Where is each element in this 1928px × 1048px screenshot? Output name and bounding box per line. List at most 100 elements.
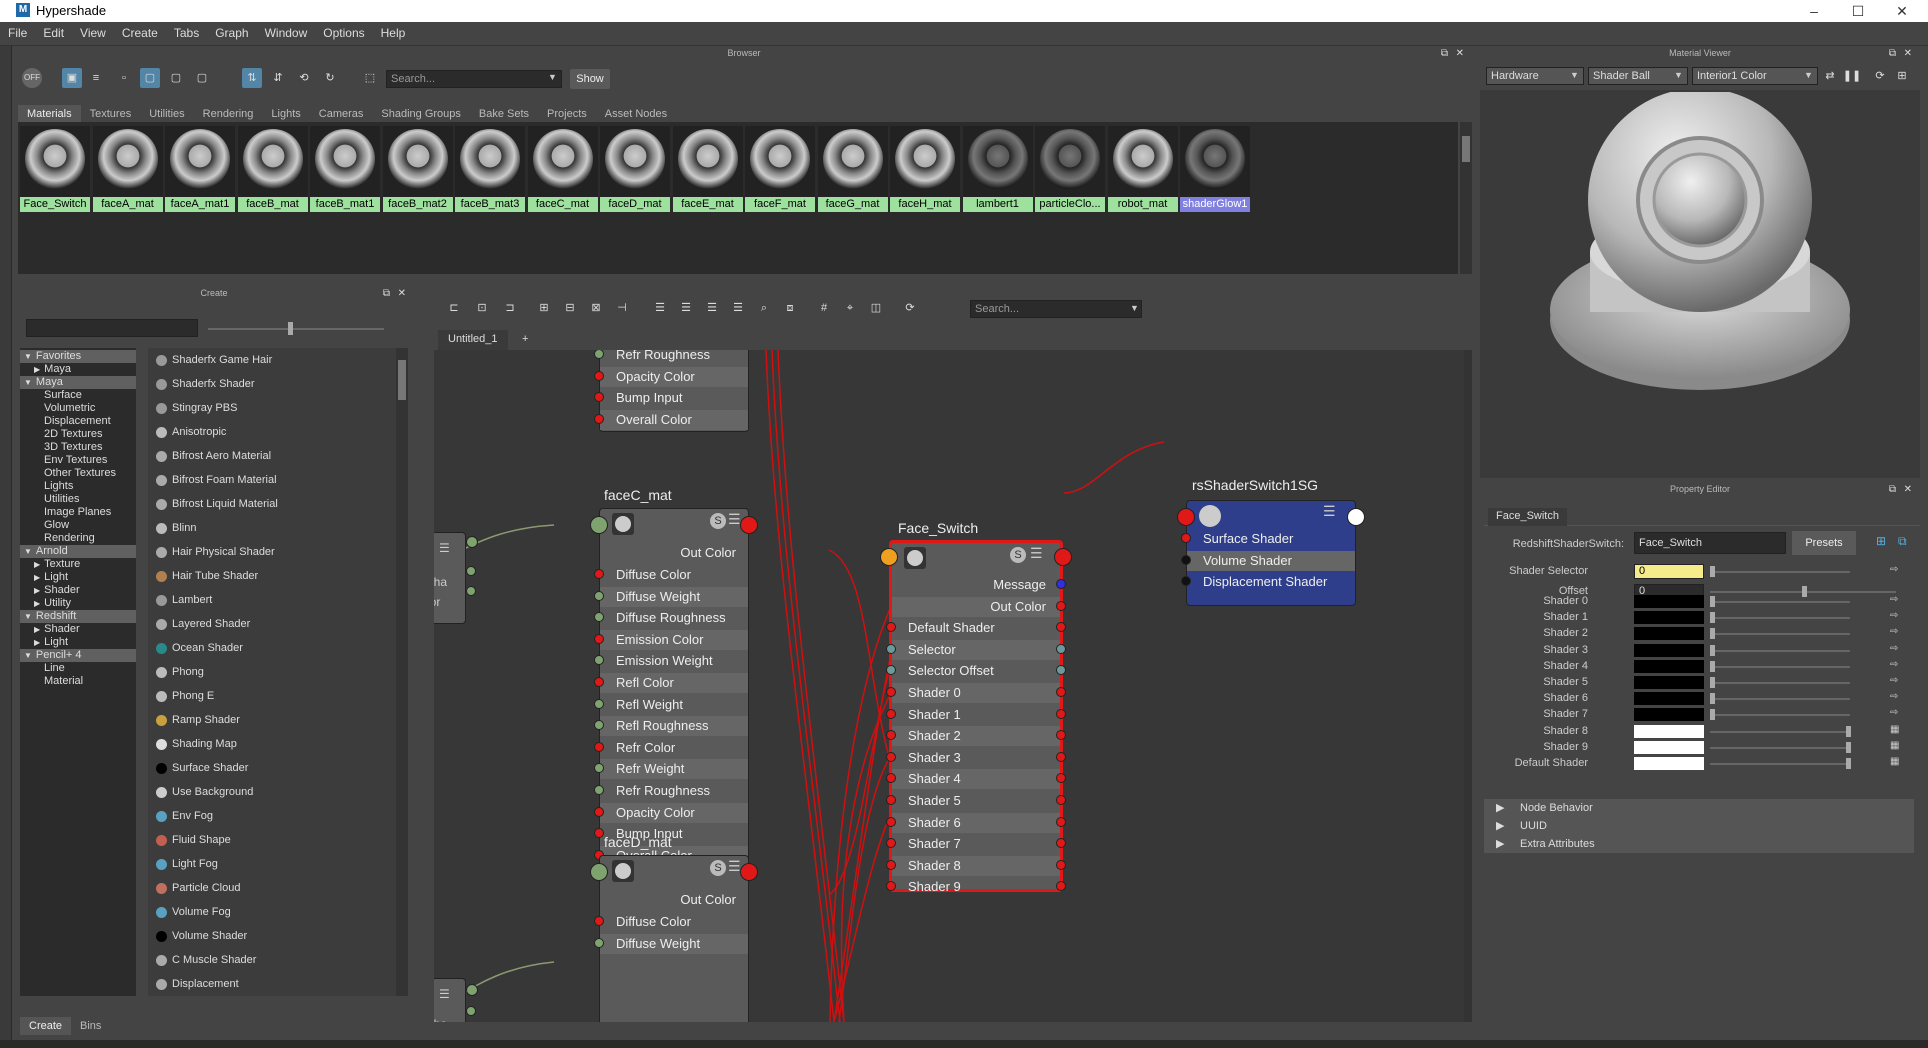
slider-knob[interactable] — [1710, 693, 1715, 705]
expand-icon[interactable]: ▶ — [34, 599, 40, 608]
collapsible-section[interactable]: ▶ UUID — [1484, 817, 1914, 835]
port-out-color[interactable]: Out Color — [600, 543, 748, 563]
create-node-item[interactable]: Anisotropic — [148, 420, 396, 444]
map-button-icon[interactable]: ⇨ — [1890, 707, 1898, 718]
create-node-item[interactable]: Ocean Shader — [148, 636, 396, 660]
node-faceD-mat[interactable]: S ☰ Out Color Diffuse Color Diffuse Weigh… — [594, 855, 749, 1022]
create-node-item[interactable]: Env Fog — [148, 804, 396, 828]
swatch-toggle-icon[interactable]: S — [710, 860, 726, 876]
material-swatch[interactable]: faceE_mat — [672, 126, 743, 212]
input-port[interactable] — [594, 916, 604, 926]
node-attribute-row[interactable]: Shader 2 — [892, 726, 1060, 747]
value-slider[interactable] — [1710, 682, 1850, 684]
node-shading-group[interactable]: ☰ Surface Shader Volume Shader Displacemen… — [1181, 500, 1356, 606]
node-faceC-mat[interactable]: S ☰ Out Color Diffuse Color Diffuse Weigh… — [594, 508, 749, 870]
value-slider[interactable] — [1710, 617, 1850, 620]
property-float-icon[interactable]: ⧉ — [1889, 484, 1896, 495]
create-node-item[interactable]: Bifrost Aero Material — [148, 444, 396, 468]
expand-arrow-icon[interactable]: ▶ — [1496, 817, 1504, 835]
menu-tabs[interactable]: Tabs — [166, 22, 207, 40]
map-button-icon[interactable]: ⇨ — [1890, 659, 1898, 670]
input-port[interactable] — [886, 643, 896, 654]
node-input-handle[interactable] — [1177, 508, 1195, 526]
material-swatch[interactable]: faceA_mat1 — [165, 126, 235, 212]
node-attribute-row[interactable]: Emission Weight — [600, 651, 748, 671]
create-node-item[interactable]: Use Background — [148, 780, 396, 804]
tree-item[interactable]: Image Planes — [20, 506, 136, 519]
tree-item[interactable]: Surface — [20, 389, 136, 402]
tab-lights[interactable]: Lights — [262, 105, 309, 123]
node-attribute-row[interactable]: Diffuse Weight — [600, 586, 748, 607]
map-button-icon[interactable]: ⇨ — [1890, 675, 1898, 686]
create-node-item[interactable]: Displacement — [148, 972, 396, 996]
input-port[interactable] — [594, 633, 604, 644]
create-node-item[interactable]: Bifrost Foam Material — [148, 468, 396, 492]
port[interactable] — [466, 566, 476, 576]
node-attribute-row[interactable]: Shader 0 — [892, 683, 1060, 703]
create-node-item[interactable]: Volume Shader — [148, 924, 396, 948]
menu-create[interactable]: Create — [114, 22, 166, 40]
node-attribute-row[interactable]: Refl Color — [600, 673, 748, 693]
value-slider[interactable] — [1710, 571, 1850, 573]
create-node-item[interactable]: Ramp Shader — [148, 708, 396, 732]
tab-asset-nodes[interactable]: Asset Nodes — [596, 105, 676, 123]
layout-icon[interactable]: ⊟ — [560, 298, 580, 318]
node-attribute-row[interactable]: Refr Color — [600, 738, 748, 758]
map-button-icon[interactable]: ▦ — [1890, 756, 1899, 767]
material-swatch[interactable]: faceB_mat2 — [382, 126, 453, 212]
node-attribute-row[interactable]: Shader 8 — [892, 855, 1060, 876]
map-button-icon[interactable]: ⇨ — [1890, 594, 1898, 605]
add-tab-button[interactable]: + — [522, 333, 528, 345]
view-simple-icon[interactable]: ☰ — [650, 298, 670, 318]
output-port[interactable] — [1056, 579, 1066, 589]
expand-icon[interactable]: ▶ — [34, 560, 40, 569]
viewer-options-icon[interactable]: ⊞ — [1892, 66, 1912, 86]
slider-knob[interactable] — [1802, 586, 1807, 597]
expand-arrow-icon[interactable]: ▶ — [1496, 799, 1504, 817]
map-button-icon[interactable]: ▦ — [1890, 724, 1899, 735]
node-attribute-row[interactable]: Opacity Color — [600, 366, 748, 387]
view-all-icon[interactable]: ☰ — [702, 298, 722, 318]
node-attribute-row[interactable]: Shader 5 — [892, 791, 1060, 811]
node-attribute-row[interactable]: Shader 4 — [892, 769, 1060, 790]
value-slider[interactable] — [1710, 714, 1850, 717]
tree-item[interactable]: Env Textures — [20, 454, 136, 467]
node-attribute-row[interactable]: Refl Weight — [600, 695, 748, 715]
node-attribute-row[interactable]: Refl Roughness — [600, 716, 748, 737]
expand-icon[interactable]: ▶ — [34, 365, 40, 374]
create-node-item[interactable]: Lambert — [148, 588, 396, 612]
tree-item[interactable]: ▼ Maya — [20, 376, 136, 389]
environment-dropdown-icon[interactable]: ▼ — [1804, 70, 1813, 80]
material-swatch[interactable]: faceG_mat — [817, 126, 888, 212]
shader-selector-field[interactable]: 0 — [1634, 564, 1704, 579]
material-swatch[interactable]: faceH_mat — [890, 126, 960, 212]
create-node-item[interactable]: Surface Shader — [148, 756, 396, 780]
slider-knob[interactable] — [1710, 709, 1715, 721]
small-swatch-icon[interactable]: ▫ — [114, 68, 134, 88]
node-graph-canvas[interactable]: Refr Roughness Opacity Color Bump Input Ove… — [434, 350, 1464, 1022]
material-swatch[interactable]: faceD_mat — [600, 126, 670, 212]
tab-textures[interactable]: Textures — [81, 105, 141, 123]
tree-item[interactable]: Displacement — [20, 415, 136, 428]
swatch-toggle-icon[interactable]: S — [1010, 547, 1026, 563]
tree-item[interactable]: ▶ Light — [20, 571, 136, 584]
tree-item[interactable]: Utilities — [20, 493, 136, 506]
input-port[interactable] — [594, 590, 604, 601]
slider-knob[interactable] — [1710, 566, 1715, 577]
port[interactable] — [466, 1006, 476, 1016]
menu-help[interactable]: Help — [373, 22, 414, 40]
material-swatch[interactable]: faceC_mat — [527, 126, 598, 212]
slider-knob[interactable] — [1710, 612, 1715, 624]
expand-icon[interactable]: ▶ — [34, 586, 40, 595]
material-swatch[interactable]: shaderGlow1 — [1180, 126, 1250, 212]
create-node-item[interactable]: Phong — [148, 660, 396, 684]
map-button-icon[interactable]: ⇨ — [1890, 643, 1898, 654]
input-port[interactable] — [594, 413, 604, 424]
input-port[interactable] — [1181, 554, 1191, 565]
graph-input-icon[interactable]: ⊏ — [444, 298, 464, 318]
output-port[interactable] — [1056, 600, 1066, 611]
graph-io-icon[interactable]: ⊡ — [472, 298, 492, 318]
tree-item[interactable]: ▶ Maya — [20, 363, 136, 376]
output-port[interactable] — [1056, 751, 1066, 762]
browser-search-input[interactable]: Search... — [386, 70, 562, 88]
